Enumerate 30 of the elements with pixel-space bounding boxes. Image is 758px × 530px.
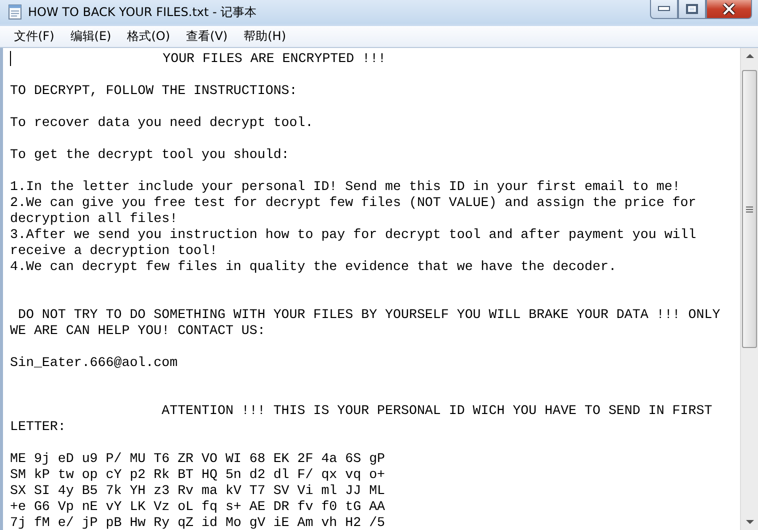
notepad-icon: [7, 4, 23, 20]
scroll-down-icon[interactable]: [746, 520, 754, 524]
text-paragraph: To get the decrypt tool you should:: [10, 147, 290, 163]
scroll-thumb[interactable]: [742, 70, 757, 348]
text-paragraph: To recover data you need decrypt tool.: [10, 115, 314, 131]
text-paragraph: Sin_Eater.666@aol.com: [10, 355, 178, 371]
text-paragraph: 4.We can decrypt few files in quality the evidence that we have the decoder.: [10, 259, 616, 275]
menu-item[interactable]: 查看(V): [180, 28, 234, 45]
menu-item[interactable]: 格式(O): [121, 28, 176, 45]
menu-item[interactable]: 帮助(H): [238, 28, 292, 45]
scroll-up-icon[interactable]: [746, 54, 754, 58]
text-paragraph: 3.After we send you instruction how to pay for decrypt tool and after payment you will receive a decryption tool!: [10, 227, 696, 259]
text-paragraph: TO DECRYPT, FOLLOW THE INSTRUCTIONS:: [10, 83, 298, 99]
maximize-button[interactable]: [678, 0, 706, 19]
minimize-button[interactable]: [650, 0, 678, 19]
minimize-icon: [658, 6, 670, 12]
text-paragraph: 1.In the letter include your personal ID! Send me this ID in your first email to me!: [10, 179, 680, 195]
text-paragraph: 2.We can give you free test for decrypt few files (NOT VALUE) and assign the price for decryption all files!: [10, 195, 696, 227]
grip-icon: [746, 206, 753, 212]
close-icon: [722, 3, 736, 15]
menu-item[interactable]: 编辑(E): [64, 28, 118, 45]
text-paragraph: ATTENTION !!! THIS IS YOUR PERSONAL ID WICH YOU HAVE TO SEND IN FIRST LETTER:: [10, 403, 712, 435]
vertical-scrollbar[interactable]: [740, 48, 758, 530]
text-paragraph: YOUR FILES ARE ENCRYPTED !!!: [162, 51, 386, 67]
close-button[interactable]: [706, 0, 752, 19]
text-paragraph: ME 9j eD u9 P/ MU T6 ZR VO WI 68 EK 2F 4a 6S gP SM kP tw op cY p2 Rk BT HQ 5n d2 dl F/ qx vq o+ SX SI 4y B5 7k YH z3 Rv ma kV T7 SV Vi ml JJ ML +e G6 Vp nE vY LK Vz oL fq s+ AE DR fv f0 tG AA 7j fM e/ jP pB Hw Ry qZ id Mo gV iE Am vh H2 /5: [10, 451, 386, 530]
text-paragraph: DO NOT TRY TO DO SOMETHING WITH YOUR FILES BY YOURSELF YOU WILL BRAKE YOUR DATA !!! ONLY WE ARE CAN HELP YOU! CONTACT US:: [10, 307, 720, 339]
menu-item[interactable]: 文件(F): [8, 28, 60, 45]
window-title: HOW TO BACK YOUR FILES.txt - 记事本: [28, 4, 257, 20]
maximize-icon: [686, 4, 698, 14]
